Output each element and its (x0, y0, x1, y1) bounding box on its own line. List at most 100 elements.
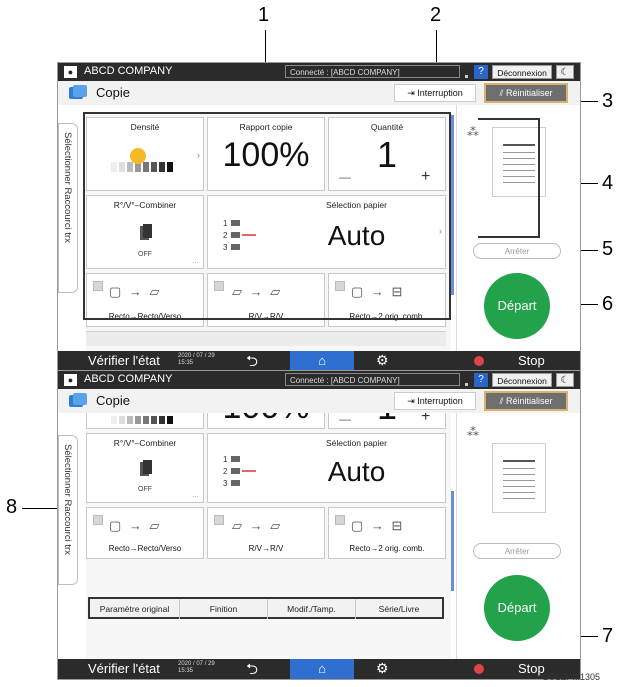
start-button[interactable]: Départ (484, 575, 550, 641)
right-panel: ⁂ Arrêter Départ (456, 105, 577, 351)
back-icon[interactable]: ⮌ (246, 659, 258, 679)
paper-tile[interactable]: Sélection papier 1 2 3 Auto (207, 433, 446, 503)
quantity-minus-button[interactable]: — (339, 170, 351, 184)
mode-tile-combine[interactable]: ▢ → ⊟ Recto→2 orig. comb. (328, 507, 446, 559)
shortcut-tab[interactable]: Sélectionner Raccourci trx (58, 123, 78, 293)
combine-tile[interactable]: R°/V°–Combiner OFF … (86, 195, 204, 269)
energy-saver-button[interactable]: ☾ (556, 373, 574, 387)
stop-button[interactable]: Stop (518, 661, 545, 676)
check-status-button[interactable]: Vérifier l'état (88, 353, 160, 368)
help-button[interactable]: ? (474, 373, 488, 387)
stop-icon (474, 356, 484, 366)
combine-tile[interactable]: R°/V°–Combiner OFF … (86, 433, 204, 503)
simplex-to-duplex-icon: ▢ → ▱ (109, 518, 162, 533)
callout-1: 1 (258, 4, 270, 26)
quantity-minus-button[interactable]: — (339, 413, 351, 426)
ratio-tile[interactable]: 100% (207, 413, 325, 429)
stop-button[interactable]: Stop (518, 353, 545, 368)
gear-icon[interactable]: ⚙ (376, 660, 389, 677)
mode-checkbox[interactable] (335, 515, 345, 525)
interrupt-button[interactable]: ⇥ Interruption (394, 392, 476, 410)
simplex-to-duplex-icon: ▢ → ▱ (109, 284, 162, 299)
duplex-icon (140, 460, 152, 476)
copy-app-icon (69, 85, 87, 99)
preview-toggle-icon[interactable]: ⁂ (467, 125, 479, 139)
mode-label: R/V→R/V (248, 544, 284, 553)
screen-bottom: ● ABCD COMPANY Connecté : [ABCD COMPANY]… (57, 370, 581, 680)
datetime: 2020 / 07 / 29 15:35 (178, 661, 215, 674)
duplex-to-duplex-icon: ▱ → ▱ (232, 284, 283, 299)
density-label: Densité (130, 122, 160, 132)
quantity-plus-button[interactable]: + (421, 413, 430, 426)
tab-finishing[interactable]: Finition (180, 599, 268, 619)
company-name: ABCD COMPANY (84, 65, 173, 77)
home-icon[interactable]: ⌂ (290, 659, 354, 679)
quantity-plus-button[interactable]: + (421, 168, 430, 186)
gear-icon[interactable]: ⚙ (376, 352, 389, 369)
energy-saver-button[interactable]: ☾ (556, 65, 574, 79)
ratio-value: 100% (222, 136, 310, 174)
quantity-tile[interactable]: 1 — + (328, 413, 446, 429)
help-button[interactable]: ? (474, 65, 488, 79)
reset-button[interactable]: ⫽ Réinitialiser (484, 83, 568, 103)
pause-button[interactable]: Arrêter (473, 243, 561, 259)
density-slider-icon (111, 148, 173, 172)
mode-label: Recto→Recto/Verso (108, 312, 182, 321)
interrupt-button[interactable]: ⇥ Interruption (394, 84, 476, 102)
paper-tile[interactable]: Sélection papier 1 2 3 Auto › (207, 195, 446, 269)
ratio-tile[interactable]: Rapport copie 100% (207, 117, 325, 191)
chevron-right-icon: › (197, 150, 200, 160)
svg-text:1: 1 (223, 219, 228, 228)
density-tile[interactable] (86, 413, 204, 429)
tab-original-settings[interactable]: Paramètre original (90, 599, 180, 619)
connection-status: Connecté : [ABCD COMPANY] (285, 65, 460, 78)
mode-tile-duplex-duplex[interactable]: ▱ → ▱ R/V→R/V (207, 507, 325, 559)
company-name: ABCD COMPANY (84, 373, 173, 385)
mode-checkbox[interactable] (93, 281, 103, 291)
duplex-icon (140, 224, 152, 240)
ratio-value: 100% (208, 413, 324, 427)
status-indicator (465, 383, 468, 386)
scrollbar[interactable] (451, 491, 454, 591)
scrollbar[interactable] (451, 115, 454, 295)
quantity-tile[interactable]: Quantité 1 — + (328, 117, 446, 191)
paper-value: Auto (327, 456, 386, 487)
mode-tile-simplex-duplex[interactable]: ▢ → ▱ Recto→Recto/Verso (86, 507, 204, 559)
check-status-button[interactable]: Vérifier l'état (88, 661, 160, 676)
pause-button[interactable]: Arrêter (473, 543, 561, 559)
shortcut-tab[interactable]: Sélectionner Raccourci trx (58, 435, 78, 585)
screen-top: ● ABCD COMPANY Connecté : [ABCD COMPANY]… (57, 62, 581, 372)
more-icon: … (192, 492, 199, 499)
mode-checkbox[interactable] (214, 281, 224, 291)
callout-8: 8 (6, 496, 18, 518)
app-title: Copie (96, 393, 130, 408)
back-icon[interactable]: ⮌ (246, 351, 258, 371)
interrupt-icon: ⇥ (407, 88, 418, 98)
home-icon[interactable]: ⌂ (290, 351, 354, 371)
mode-label: R/V→R/V (248, 312, 284, 321)
mode-checkbox[interactable] (214, 515, 224, 525)
datetime: 2020 / 07 / 29 15:35 (178, 353, 215, 366)
mode-label: Recto→Recto/Verso (108, 544, 182, 553)
density-tile[interactable]: Densité › (86, 117, 204, 191)
mode-tile-combine[interactable]: ▢ → ⊟ Recto→2 orig. comb. (328, 273, 446, 327)
reset-button[interactable]: ⫽ Réinitialiser (484, 391, 568, 411)
callout-2: 2 (430, 4, 442, 26)
tab-edit-stamp[interactable]: Modif./Tamp. (268, 599, 356, 619)
mode-tile-simplex-duplex[interactable]: ▢ → ▱ Recto→Recto/Verso (86, 273, 204, 327)
logout-button[interactable]: Déconnexion (492, 373, 552, 387)
mode-tile-duplex-duplex[interactable]: ▱ → ▱ R/V→R/V (207, 273, 325, 327)
tab-series-book[interactable]: Série/Livre (356, 599, 442, 619)
mode-checkbox[interactable] (335, 281, 345, 291)
quantity-label: Quantité (370, 122, 404, 132)
logout-button[interactable]: Déconnexion (492, 65, 552, 79)
paper-tray-icon: 1 2 3 (223, 219, 256, 252)
preview-thumbnail[interactable] (492, 127, 546, 197)
combine-value: OFF (138, 486, 152, 493)
svg-text:3: 3 (223, 243, 228, 252)
preview-thumbnail[interactable] (492, 443, 546, 513)
start-button[interactable]: Départ (484, 273, 550, 339)
right-panel: ⁂ Arrêter Départ (456, 413, 577, 659)
mode-checkbox[interactable] (93, 515, 103, 525)
preview-toggle-icon[interactable]: ⁂ (467, 425, 479, 439)
